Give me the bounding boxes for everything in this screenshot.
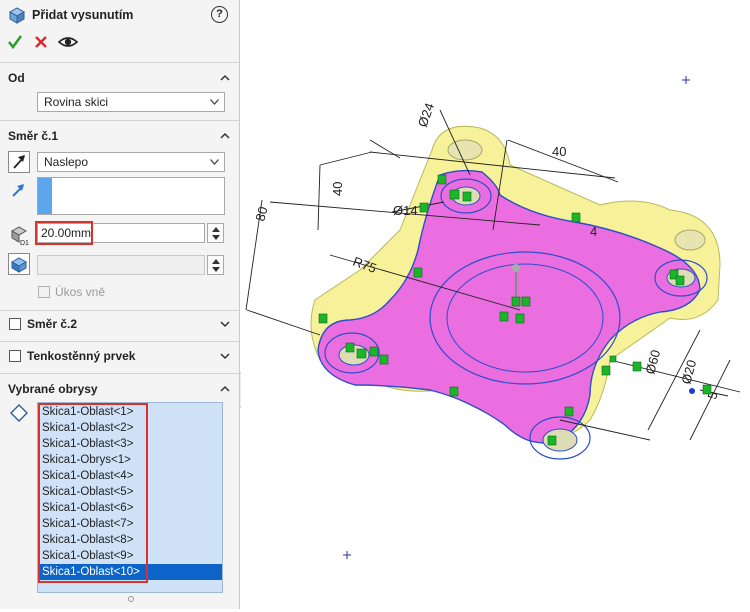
ok-check-icon[interactable] — [6, 33, 24, 51]
divider — [0, 341, 240, 342]
far-bore — [674, 229, 706, 251]
dim-label-right1[interactable]: Ø60 — [642, 348, 663, 376]
collapse-chevron-icon[interactable] — [219, 72, 231, 84]
divider — [0, 310, 240, 311]
dim-label-width[interactable]: 40 — [552, 144, 566, 159]
model-preview: Ø24 40 40 Ø14 80 R75 4 Ø60 Ø20 5 — [245, 76, 741, 559]
end-condition-value: Naslepo — [44, 155, 89, 169]
chevron-down-icon — [210, 99, 219, 105]
divider — [0, 373, 240, 374]
selection-point — [689, 388, 695, 394]
dim-label-d-top[interactable]: Ø24 — [415, 101, 438, 129]
divider — [0, 62, 240, 63]
collapse-chevron-icon[interactable] — [219, 383, 231, 395]
spin-up-icon — [212, 259, 220, 264]
graphics-viewport[interactable]: Ø24 40 40 Ø14 80 R75 4 Ø60 Ø20 5 — [241, 0, 750, 609]
thin-feature-checkbox[interactable] — [9, 350, 21, 362]
reverse-direction-icon[interactable] — [8, 151, 30, 173]
from-select-value: Rovina skici — [44, 95, 109, 109]
divider — [0, 120, 240, 121]
direction-vector-icon — [12, 184, 24, 197]
section-selected-contours-title: Vybrané obrysy — [8, 382, 98, 396]
draft-angle-input — [37, 255, 205, 275]
draft-angle-spinner — [207, 255, 224, 275]
far-bore — [447, 139, 483, 161]
feature-title: Přidat vysunutím — [32, 8, 134, 22]
expand-chevron-icon[interactable] — [219, 350, 231, 362]
chevron-down-icon — [210, 159, 219, 165]
dim-label-4[interactable]: 4 — [590, 224, 597, 239]
depth-highlight-box — [35, 221, 93, 245]
crosshair-icon — [343, 551, 351, 559]
spin-down-icon — [212, 267, 220, 272]
section-direction2-title: Směr č.2 — [27, 317, 78, 331]
crosshair-icon — [682, 76, 690, 84]
section-from-title: Od — [8, 71, 25, 85]
dim-label-depth[interactable]: 40 — [330, 182, 345, 196]
help-icon[interactable]: ? — [211, 6, 228, 23]
contour-diamond-icon — [10, 404, 28, 422]
depth-spinner[interactable] — [207, 223, 224, 243]
section-thin-feature-title: Tenkostěnný prvek — [27, 349, 136, 363]
dim-label-hole[interactable]: Ø14 — [393, 203, 418, 218]
selection-color-swatch — [38, 178, 52, 214]
direction-reference-field[interactable] — [37, 177, 225, 215]
draft-outward-label: Úkos vně — [55, 285, 106, 299]
expand-chevron-icon[interactable] — [219, 318, 231, 330]
depth-dimension-icon: D1 — [10, 226, 29, 246]
resize-grip[interactable] — [128, 596, 134, 602]
draft-outward-checkbox — [38, 286, 50, 298]
feature-header: Přidat vysunutím ? — [0, 0, 240, 62]
property-manager-panel: Přidat vysunutím ? Od Rovina skici Směr … — [0, 0, 240, 609]
svg-text:D1: D1 — [20, 240, 29, 246]
dim-label-80[interactable]: 80 — [252, 205, 270, 223]
spin-down-icon[interactable] — [212, 235, 220, 240]
draft-icon[interactable] — [8, 253, 30, 275]
direction2-checkbox[interactable] — [9, 318, 21, 330]
from-select[interactable]: Rovina skici — [37, 92, 225, 112]
contours-highlight-box — [38, 403, 148, 583]
collapse-chevron-icon[interactable] — [219, 130, 231, 142]
cancel-x-icon[interactable] — [32, 33, 50, 51]
preview-eye-icon[interactable] — [58, 33, 78, 51]
end-condition-select[interactable]: Naslepo — [37, 152, 225, 172]
spin-up-icon[interactable] — [212, 227, 220, 232]
extrude-boss-icon — [8, 7, 26, 24]
section-direction1-title: Směr č.1 — [8, 129, 59, 143]
origin-point — [512, 264, 520, 272]
